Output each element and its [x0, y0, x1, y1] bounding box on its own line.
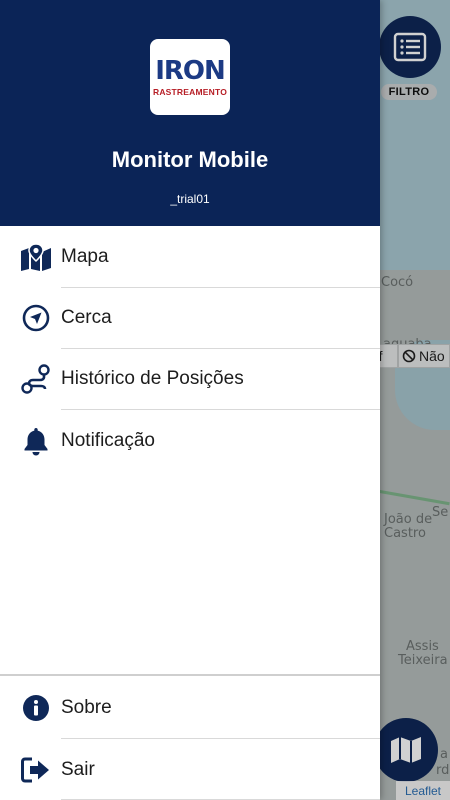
map-label: Se	[432, 505, 449, 520]
map-icon	[20, 241, 52, 273]
map-layers-button[interactable]	[374, 718, 438, 782]
menu-item-label: Sair	[61, 758, 95, 780]
menu-item-sair[interactable]: Sair	[0, 739, 380, 800]
map-label: a	[440, 747, 448, 762]
menu-item-label: Sobre	[61, 696, 112, 718]
location-arrow-icon	[20, 302, 52, 334]
menu-item-label: Notificação	[61, 429, 155, 451]
user-name: _trial01	[170, 192, 210, 206]
menu-item-cerca[interactable]: Cerca	[0, 287, 380, 348]
filter-button[interactable]	[379, 16, 441, 78]
list-icon	[393, 32, 427, 62]
sign-out-icon	[20, 754, 52, 786]
map-label: rda	[436, 763, 450, 778]
map-label: João de	[384, 512, 433, 527]
menu-item-label: Cerca	[61, 306, 112, 328]
info-icon	[20, 692, 52, 724]
filter-label[interactable]: FILTRO	[381, 84, 437, 100]
menu-item-historico-de-posicoes[interactable]: Histórico de Posições	[0, 348, 380, 409]
menu-item-mapa[interactable]: Mapa	[0, 226, 380, 287]
map-label: Castro	[384, 526, 426, 541]
logo-word: IRON	[155, 55, 226, 86]
menu-item-label: Mapa	[61, 245, 109, 267]
app-title: Monitor Mobile	[111, 147, 269, 172]
app-logo: IRON RASTREAMENTO	[150, 39, 230, 115]
prohibited-icon	[402, 349, 416, 363]
map-label: Assis	[406, 639, 439, 654]
footer-divider	[0, 674, 380, 676]
drawer-header: IRON RASTREAMENTO Monitor Mobile _trial0…	[0, 0, 380, 226]
map-label: Cocó	[381, 275, 414, 290]
menu-item-label: Histórico de Posições	[61, 367, 244, 389]
menu-item-sobre[interactable]: Sobre	[0, 677, 380, 738]
bell-icon	[20, 425, 52, 457]
menu-item-notificacao[interactable]: Notificação	[0, 410, 380, 471]
leaflet-attribution-link[interactable]: Leaflet	[396, 781, 450, 800]
map-chip-label: Não	[419, 348, 445, 364]
route-icon	[20, 363, 52, 395]
map-label: Teixeira	[398, 653, 448, 668]
navigation-drawer: IRON RASTREAMENTO Monitor Mobile _trial0…	[0, 0, 380, 800]
logo-subtitle: RASTREAMENTO	[152, 86, 228, 97]
map-chip[interactable]: Não	[398, 344, 450, 368]
map-icon	[391, 737, 421, 763]
